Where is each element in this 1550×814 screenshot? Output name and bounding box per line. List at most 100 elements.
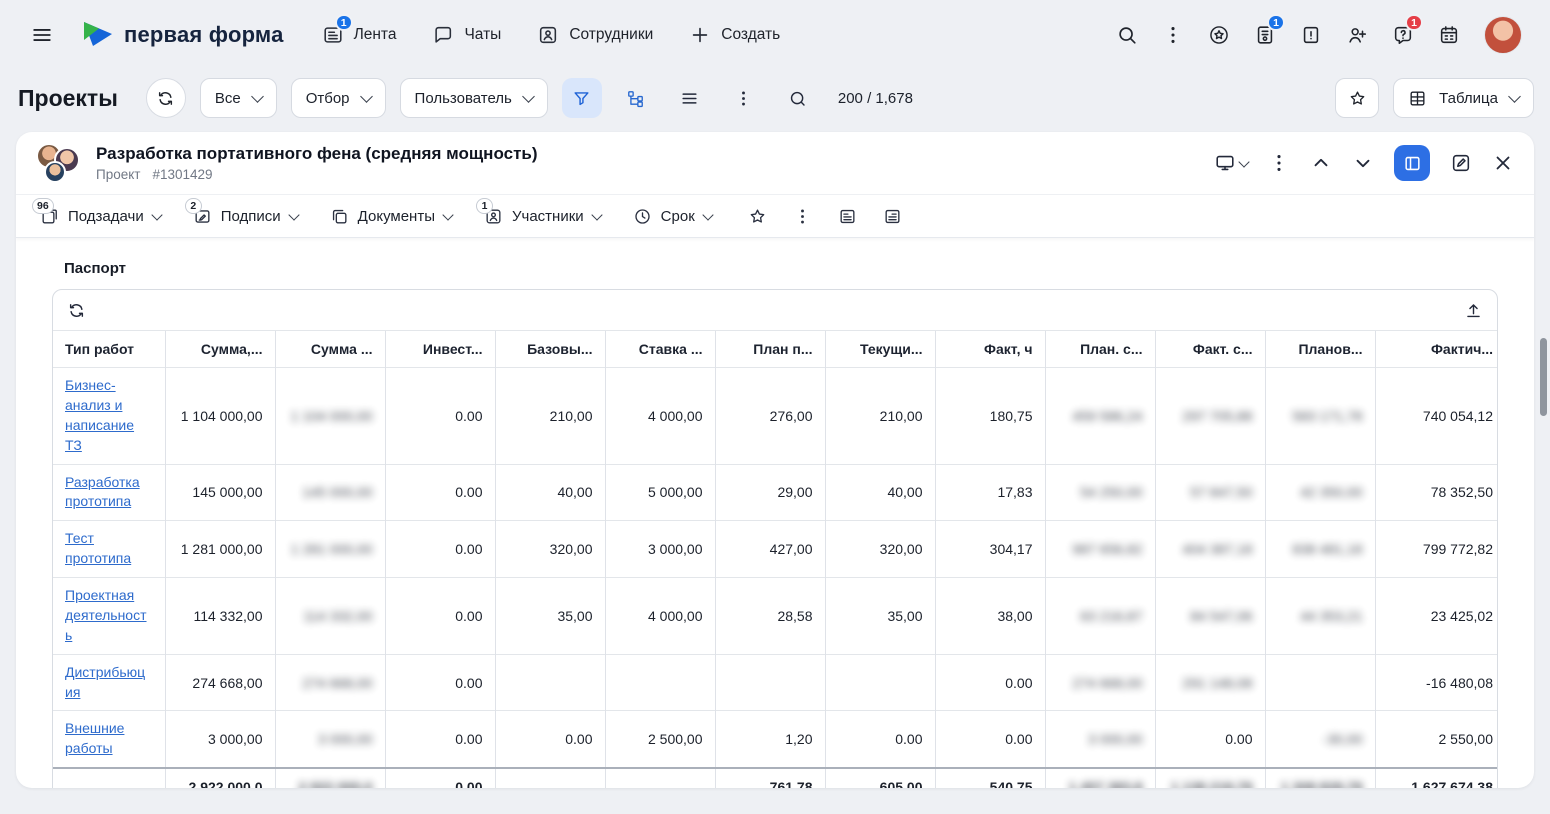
prev-record-button[interactable] xyxy=(1310,152,1332,174)
favorite-view-button[interactable] xyxy=(1335,78,1379,118)
nav-item-employees[interactable]: Сотрудники xyxy=(537,24,653,46)
totals-cell: 1 308 828,78 xyxy=(1265,768,1375,788)
column-header[interactable]: Сумма ... xyxy=(275,331,385,368)
toolbar-kebab-button[interactable] xyxy=(724,78,764,118)
menu-icon[interactable] xyxy=(24,17,60,53)
nav-item-create[interactable]: Создать xyxy=(689,24,780,46)
value-cell: 304,17 xyxy=(935,521,1045,578)
view-mode-label: Таблица xyxy=(1439,90,1498,107)
passport-table-head-row: Тип работСумма,...Сумма ...Инвест...Базо… xyxy=(53,331,1498,368)
card-kebab-button[interactable] xyxy=(1268,152,1290,174)
value-cell: 114 332,00 xyxy=(275,578,385,655)
column-header[interactable]: Тип работ xyxy=(53,331,165,368)
value-cell: 0.00 xyxy=(825,711,935,768)
close-icon[interactable] xyxy=(1492,152,1514,174)
column-header[interactable]: Факт. с... xyxy=(1155,331,1265,368)
chevron-down-icon xyxy=(288,209,299,220)
selection-dropdown[interactable]: Отбор xyxy=(291,78,386,118)
tab-participants[interactable]: 1 Участники xyxy=(484,207,601,226)
value-cell: 3 000,00 xyxy=(1045,711,1155,768)
side-panel-toggle-active[interactable] xyxy=(1394,145,1430,181)
column-header[interactable]: Базовы... xyxy=(495,331,605,368)
filter-funnel-button[interactable] xyxy=(562,78,602,118)
nav-item-chats[interactable]: Чаты xyxy=(432,24,501,46)
nav-item-feed[interactable]: 1 Лента xyxy=(322,24,397,46)
work-type-link[interactable]: Внешние работы xyxy=(65,720,124,756)
view-mode-dropdown[interactable]: Таблица xyxy=(1393,78,1534,118)
column-header[interactable]: План п... xyxy=(715,331,825,368)
project-avatars[interactable] xyxy=(36,141,82,185)
report-icon[interactable] xyxy=(1300,24,1322,46)
brand-logo[interactable]: первая форма xyxy=(82,20,284,50)
work-type-link[interactable]: Дистрибьюция xyxy=(65,664,145,700)
list-view-button[interactable] xyxy=(670,78,710,118)
user-avatar[interactable] xyxy=(1484,16,1522,54)
value-cell: 583 171,78 xyxy=(1265,368,1375,465)
work-type-link[interactable]: Бизнес-анализ и написание ТЗ xyxy=(65,377,134,453)
notes-left-icon[interactable] xyxy=(838,207,857,226)
approvals-icon[interactable]: 1 xyxy=(1254,24,1276,46)
project-header: Разработка портативного фена (средняя мо… xyxy=(16,132,1534,194)
value-cell: -16 480,08 xyxy=(1375,654,1498,711)
filter-all-dropdown[interactable]: Все xyxy=(200,78,277,118)
top-navbar: первая форма 1 Лента Чаты Сотрудники xyxy=(0,0,1550,70)
totals-cell: 761,78 xyxy=(715,768,825,788)
search-icon[interactable] xyxy=(1116,24,1138,46)
value-cell: 1 281 000,00 xyxy=(165,521,275,578)
table-export-icon[interactable] xyxy=(1464,301,1483,320)
column-header[interactable]: План. с... xyxy=(1045,331,1155,368)
value-cell: 63 216,87 xyxy=(1045,578,1155,655)
approvals-badge: 1 xyxy=(1267,14,1285,31)
next-record-button[interactable] xyxy=(1352,152,1374,174)
tabbar-kebab-icon[interactable] xyxy=(793,207,812,226)
passport-table-body: Бизнес-анализ и написание ТЗ1 104 000,00… xyxy=(53,368,1498,769)
chevron-down-icon xyxy=(1508,90,1521,103)
page-scrollbar-thumb[interactable] xyxy=(1540,338,1547,416)
value-cell: 2 550,00 xyxy=(1375,711,1498,768)
column-header[interactable]: Факт, ч xyxy=(935,331,1045,368)
help-icon[interactable]: 1 xyxy=(1392,24,1414,46)
tab-deadline[interactable]: Срок xyxy=(633,207,712,226)
star-tab-icon[interactable] xyxy=(748,207,767,226)
work-type-link[interactable]: Проектная деятельность xyxy=(65,587,147,643)
work-type-link[interactable]: Разработка прототипа xyxy=(65,474,140,510)
project-header-actions xyxy=(1214,145,1514,181)
value-cell: 40,00 xyxy=(495,464,605,521)
tab-documents[interactable]: Документы xyxy=(330,207,452,226)
brand-name: первая форма xyxy=(124,22,284,48)
kebab-menu-icon[interactable] xyxy=(1162,24,1184,46)
tab-label: Подписи xyxy=(221,208,281,225)
table-row: Бизнес-анализ и написание ТЗ1 104 000,00… xyxy=(53,368,1498,465)
tab-signatures[interactable]: 2 Подписи xyxy=(193,207,298,226)
column-header[interactable]: Ставка ... xyxy=(605,331,715,368)
value-cell: 274 668,00 xyxy=(1045,654,1155,711)
value-cell: 28,58 xyxy=(715,578,825,655)
column-header[interactable]: Фактич... xyxy=(1375,331,1498,368)
favorites-star-icon[interactable] xyxy=(1208,24,1230,46)
tab-subtasks[interactable]: 96 Подзадачи xyxy=(40,207,161,226)
toolbar-search-button[interactable] xyxy=(778,78,818,118)
refresh-button[interactable] xyxy=(146,78,186,118)
column-header[interactable]: Инвест... xyxy=(385,331,495,368)
value-cell: 987 656,82 xyxy=(1045,521,1155,578)
hierarchy-view-button[interactable] xyxy=(616,78,656,118)
display-mode-button[interactable] xyxy=(1214,152,1248,174)
totals-cell: 1 457 383,8 xyxy=(1045,768,1155,788)
chevron-down-icon xyxy=(251,90,264,103)
nav-item-label: Сотрудники xyxy=(569,26,653,44)
work-type-link[interactable]: Тест прототипа xyxy=(65,530,131,566)
column-header[interactable]: Планов... xyxy=(1265,331,1375,368)
subtasks-badge: 96 xyxy=(32,198,54,214)
calendar-icon[interactable] xyxy=(1438,24,1460,46)
column-header[interactable]: Сумма,... xyxy=(165,331,275,368)
column-header[interactable]: Текущи... xyxy=(825,331,935,368)
main-nav: 1 Лента Чаты Сотрудники Создать xyxy=(322,24,781,46)
edit-button[interactable] xyxy=(1450,152,1472,174)
user-dropdown[interactable]: Пользователь xyxy=(400,78,548,118)
table-refresh-icon[interactable] xyxy=(67,301,86,320)
value-cell: 0.00 xyxy=(385,464,495,521)
notes-right-icon[interactable] xyxy=(883,207,902,226)
add-employee-icon[interactable] xyxy=(1346,24,1368,46)
project-type-label: Проект xyxy=(96,167,140,182)
help-badge: 1 xyxy=(1405,14,1423,31)
